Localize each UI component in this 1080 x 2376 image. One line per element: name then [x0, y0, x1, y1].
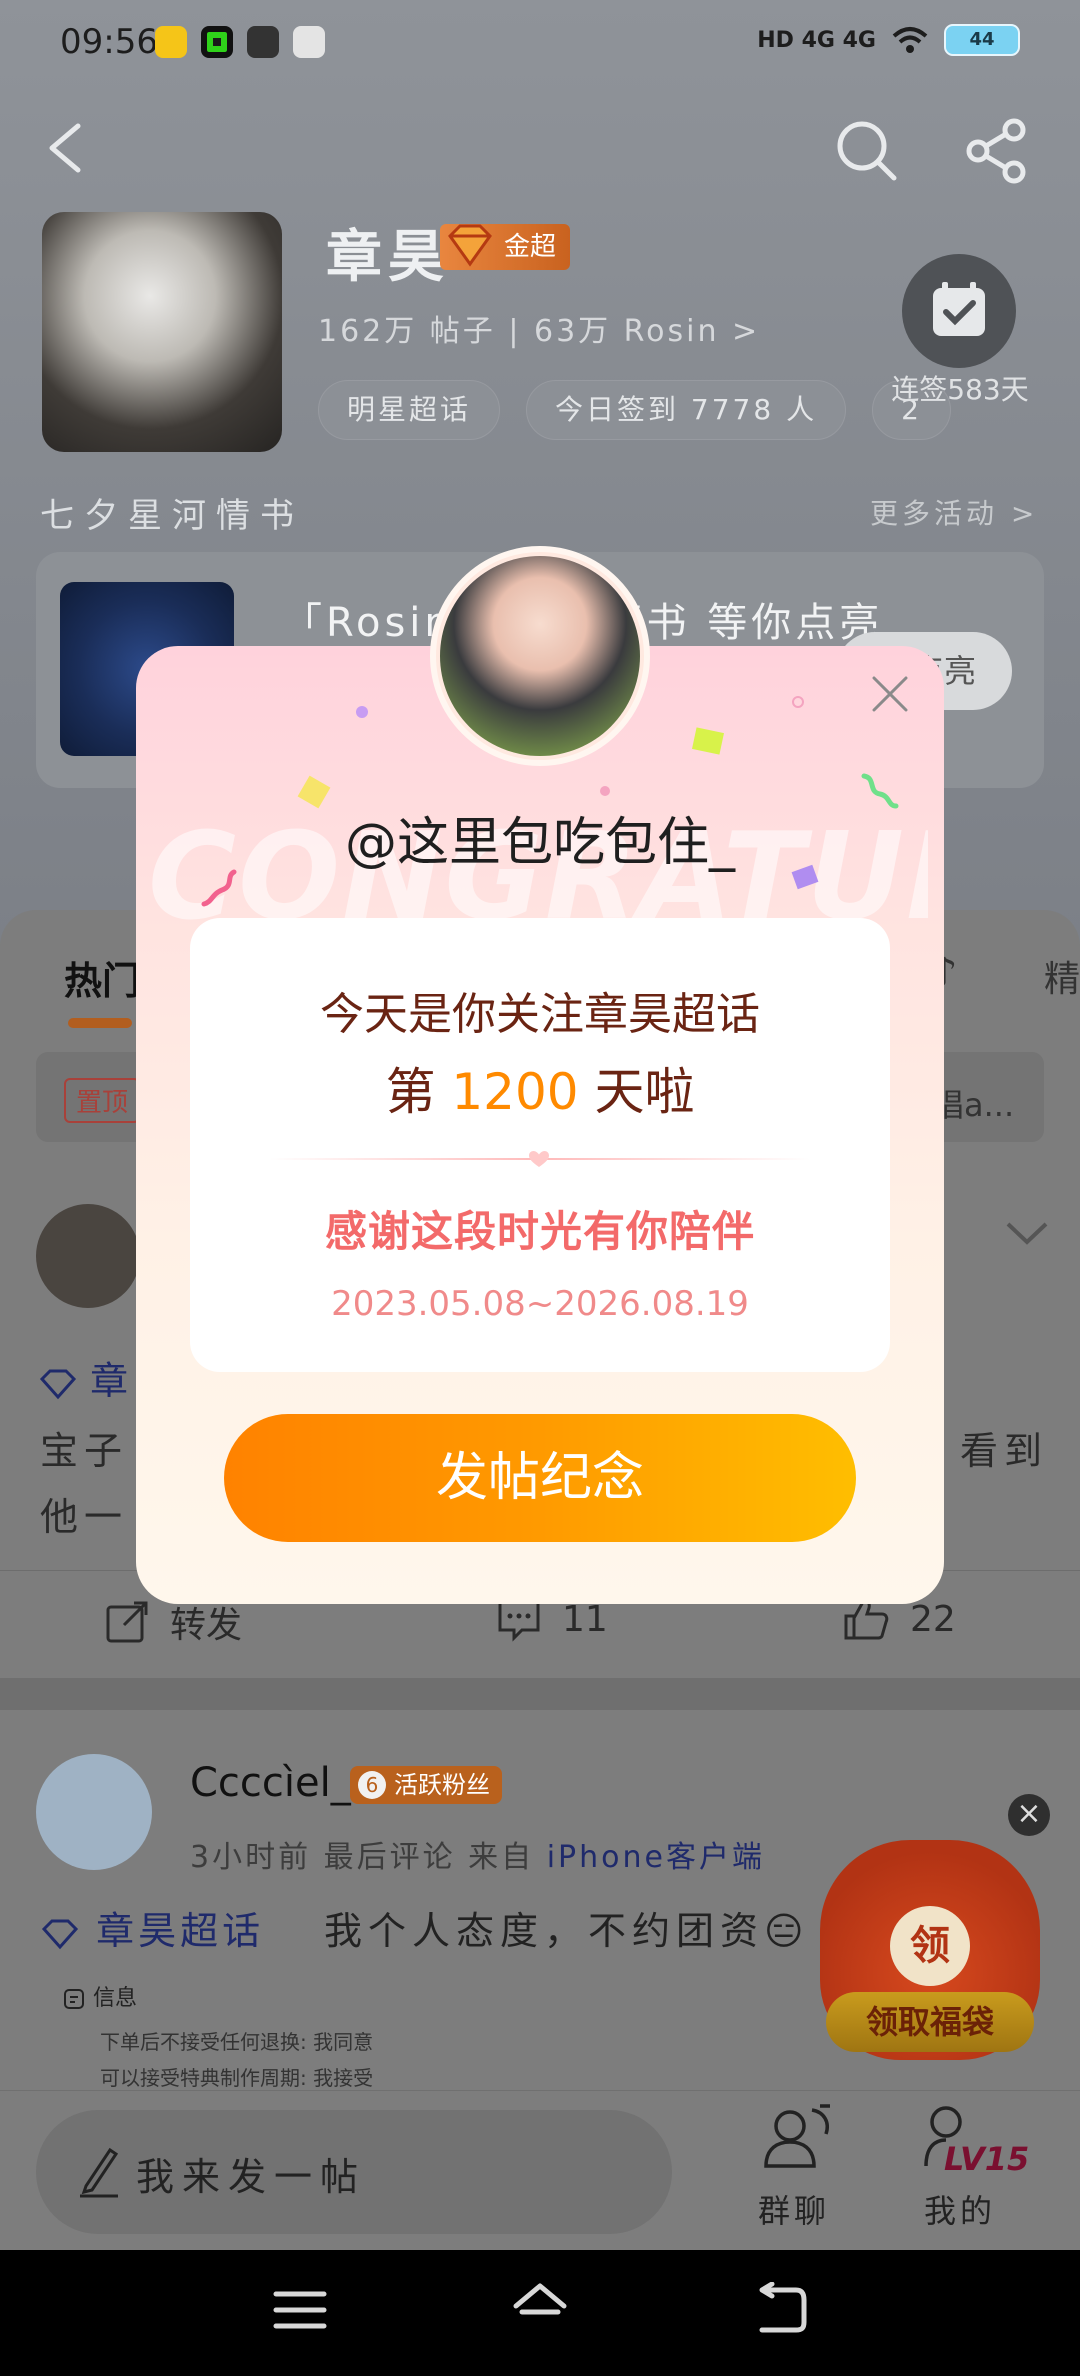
idol-avatar	[440, 556, 640, 756]
days-count: 1200	[451, 1063, 579, 1121]
home-icon[interactable]	[510, 2282, 570, 2334]
close-icon[interactable]	[868, 672, 912, 716]
days-suffix: 天啦	[578, 1063, 695, 1121]
heart-icon	[529, 1151, 549, 1167]
modal-follow-text: 今天是你关注章昊超话	[320, 989, 760, 1040]
post-commemorate-button[interactable]: 发帖纪念	[224, 1414, 856, 1542]
modal-username: @这里包吃包住_	[344, 813, 735, 873]
menu-icon[interactable]	[272, 2290, 328, 2330]
modal-date-range: 2023.05.08~2026.08.19	[331, 1284, 749, 1324]
confetti-dot	[792, 696, 804, 708]
confetti-dot	[600, 786, 610, 796]
modal-days-text: 第 1200 天啦	[190, 1052, 890, 1124]
confetti-dot	[356, 706, 368, 718]
system-back-icon[interactable]	[752, 2282, 808, 2334]
days-prefix: 第	[385, 1063, 452, 1121]
modal-thanks-text: 感谢这段时光有你陪伴	[324, 1207, 755, 1256]
